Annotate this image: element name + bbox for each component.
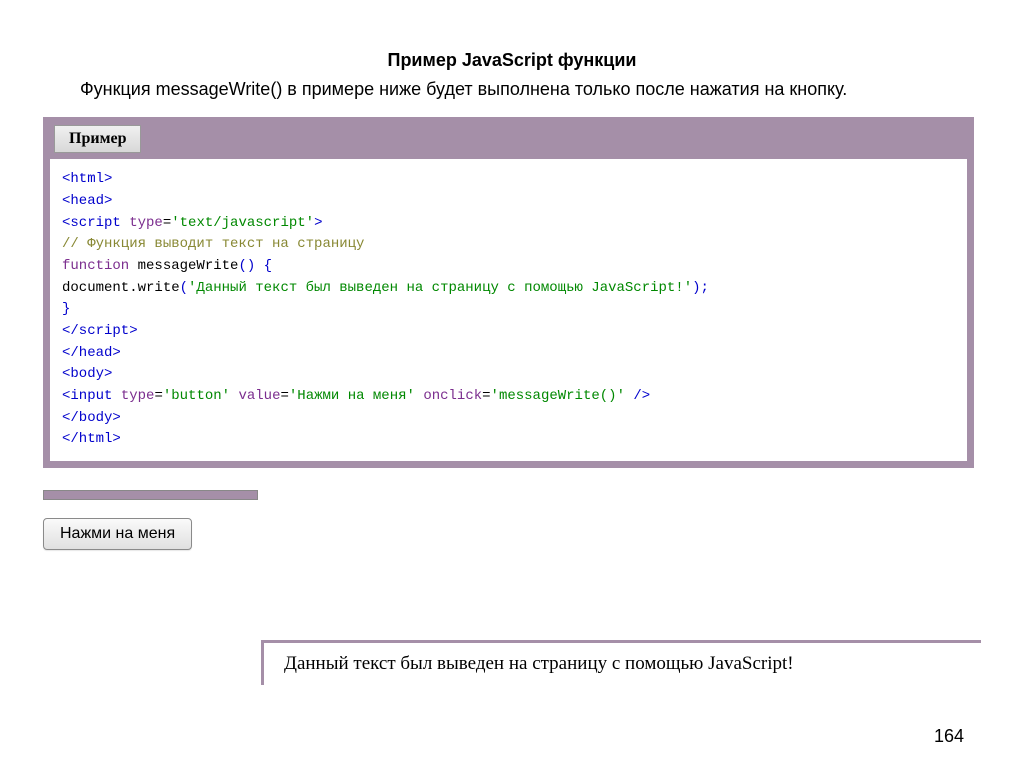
output-text: Данный текст был выведен на страницу с п… <box>284 653 961 675</box>
code-area: <html> <head> <script type='text/javascr… <box>50 159 967 461</box>
divider-bar <box>43 490 258 500</box>
demo-button[interactable]: Нажми на меня <box>43 518 192 550</box>
code-line: document.write('Данный текст был выведен… <box>62 278 955 300</box>
code-line: <input type='button' value='Нажми на мен… <box>62 386 955 408</box>
code-line: </body> <box>62 408 955 430</box>
code-line: } <box>62 299 955 321</box>
code-line: <body> <box>62 364 955 386</box>
code-line: function messageWrite() { <box>62 256 955 278</box>
example-box: Пример <html> <head> <script type='text/… <box>43 117 974 468</box>
description-text: Функция messageWrite() в примере ниже бу… <box>50 77 974 102</box>
code-line: </script> <box>62 321 955 343</box>
code-line: </html> <box>62 429 955 451</box>
code-line: // Функция выводит текст на страницу <box>62 234 955 256</box>
code-line: </head> <box>62 343 955 365</box>
page-number: 164 <box>934 726 964 747</box>
code-line: <html> <box>62 169 955 191</box>
example-tab: Пример <box>54 125 141 153</box>
page-title: Пример JavaScript функции <box>50 50 974 71</box>
button-demo-area: Нажми на меня <box>43 518 1024 550</box>
output-box: Данный текст был выведен на страницу с п… <box>261 640 981 685</box>
header-section: Пример JavaScript функции Функция messag… <box>0 0 1024 117</box>
code-line: <script type='text/javascript'> <box>62 213 955 235</box>
code-line: <head> <box>62 191 955 213</box>
